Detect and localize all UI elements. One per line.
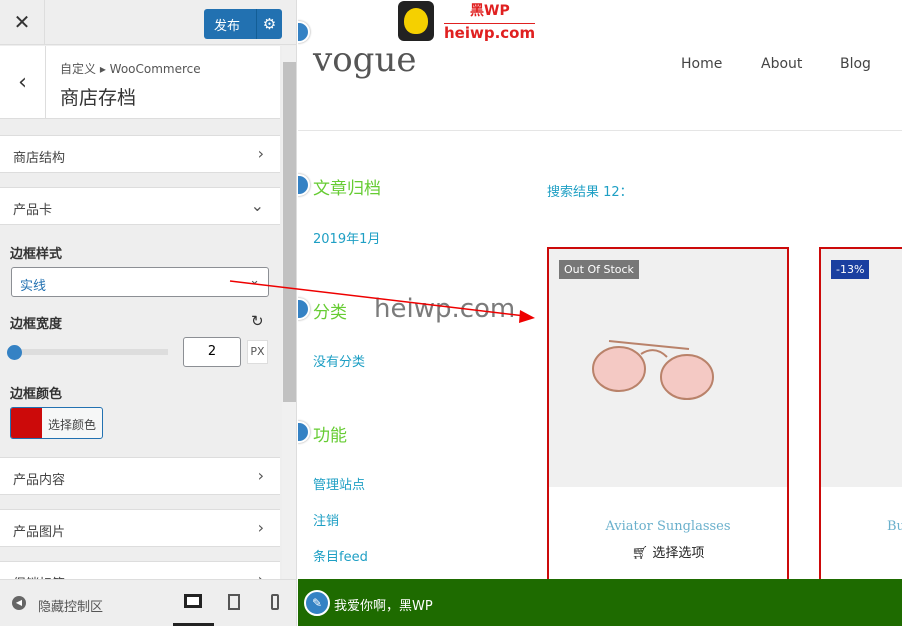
annotation-arrow bbox=[229, 280, 535, 323]
